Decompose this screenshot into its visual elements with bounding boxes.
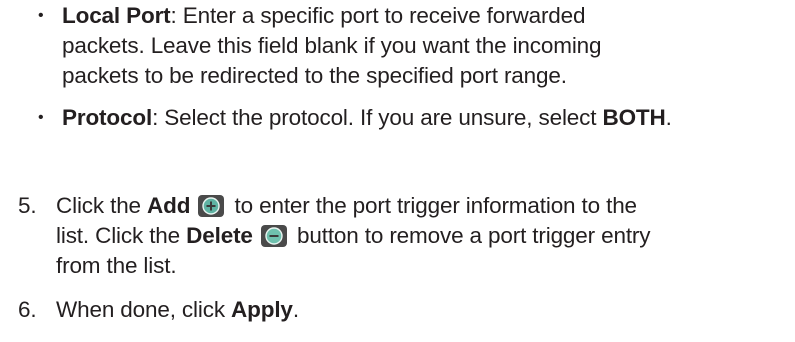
bullet-local-port-line-3: packets to be redirected to the specifie… (62, 63, 567, 88)
step-6-text: When done, click Apply. (56, 297, 299, 322)
step-number: 5. (18, 193, 37, 218)
bullet-local-port-line-2: packets. Leave this field blank if you w… (62, 33, 602, 58)
bullet-dot: • (38, 7, 44, 24)
manual-page: • Local Port: Enter a specific port to r… (0, 0, 795, 342)
label-apply: Apply (231, 297, 293, 322)
bullet-dot: • (38, 109, 44, 126)
label-delete: Delete (186, 223, 253, 248)
step-number: 6. (18, 297, 37, 322)
term-local-port: Local Port (62, 3, 171, 28)
add-circle-icon (198, 195, 225, 217)
term-protocol: Protocol (62, 105, 153, 130)
value-both: BOTH (602, 105, 666, 130)
step-5-text: Click the Add to enter the port trigger … (56, 193, 651, 278)
bullet-local-port-line-1: Local Port: Enter a specific port to rec… (62, 3, 586, 28)
bullet-protocol-text: Protocol: Select the protocol. If you ar… (62, 105, 672, 130)
delete-circle-icon (260, 225, 287, 247)
bullet-local-port-text: Local Port: Enter a specific port to rec… (62, 1, 788, 91)
label-add: Add (147, 193, 191, 218)
